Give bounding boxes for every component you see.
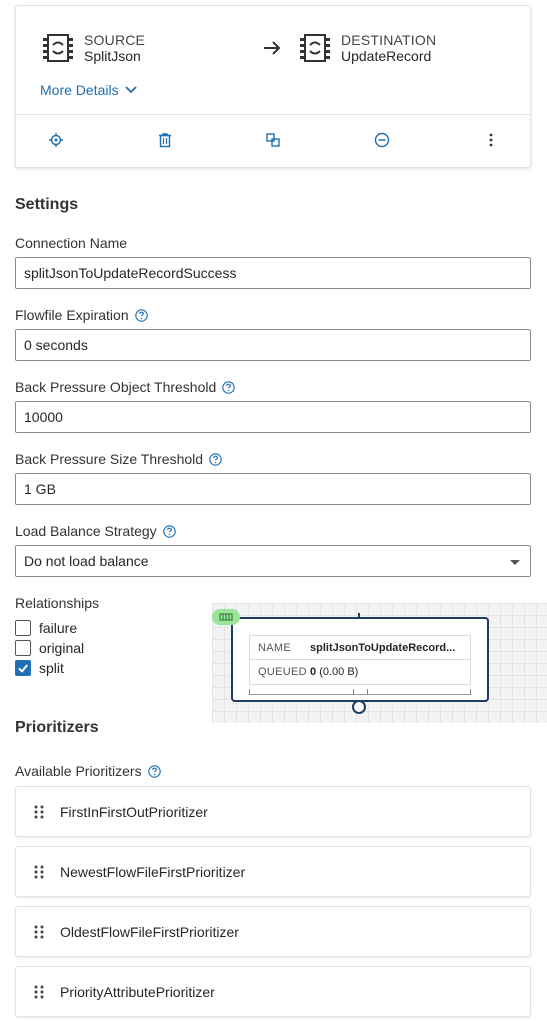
relationship-label: split [39, 660, 64, 676]
relationship-original[interactable]: original [15, 640, 84, 656]
connection-preview-canvas: NAME splitJsonToUpdateRecord... QUEUED 0… [212, 603, 547, 723]
flowfile-expiration-label: Flowfile Expiration [15, 307, 148, 323]
queued-size: (0.00 B) [319, 666, 359, 678]
connection-queued-row: QUEUED 0 (0.00 B) [250, 660, 470, 684]
help-icon[interactable] [162, 524, 176, 538]
flowfile-expiration-input[interactable] [15, 329, 531, 361]
drag-handle-icon[interactable] [34, 865, 44, 879]
action-bar [16, 132, 530, 150]
locate-icon[interactable] [48, 132, 64, 148]
help-icon[interactable] [134, 308, 148, 322]
queued-key: QUEUED [258, 666, 307, 678]
checkbox[interactable] [15, 620, 31, 636]
name-value: splitJsonToUpdateRecord... [310, 641, 456, 654]
load-balance-label-text: Load Balance Strategy [15, 523, 157, 539]
destination-name: UpdateRecord [341, 48, 432, 64]
remove-icon[interactable] [374, 132, 390, 148]
connection-box: NAME splitJsonToUpdateRecord... QUEUED 0… [231, 617, 489, 702]
checkbox-checked[interactable] [15, 660, 31, 676]
more-details-label: More Details [40, 82, 119, 98]
dropdown-caret-icon [510, 560, 520, 565]
queued-count: 0 [310, 666, 317, 678]
available-prioritizers-label-text: Available Prioritizers [15, 763, 142, 779]
relationship-split[interactable]: split [15, 660, 64, 676]
connection-details: NAME splitJsonToUpdateRecord... QUEUED 0… [249, 635, 471, 685]
bp-size-label-text: Back Pressure Size Threshold [15, 451, 204, 467]
settings-title: Settings [15, 196, 79, 213]
bp-object-input[interactable] [15, 401, 531, 433]
help-icon[interactable] [209, 452, 222, 466]
backpressure-bars [249, 689, 471, 695]
connection-name-label-text: Connection Name [15, 235, 128, 251]
prioritizer-item[interactable]: NewestFlowFileFirstPrioritizer [15, 846, 531, 897]
relationships-label: Relationships [15, 595, 99, 611]
source-kind: SOURCE [84, 32, 146, 48]
available-prioritizers-label: Available Prioritizers [15, 763, 161, 779]
bp-size-label: Back Pressure Size Threshold [15, 451, 222, 467]
processor-icon [43, 34, 73, 62]
card-divider [16, 114, 530, 115]
load-balance-label: Load Balance Strategy [15, 523, 176, 539]
drag-handle-icon[interactable] [34, 985, 44, 999]
relationship-failure[interactable]: failure [15, 620, 77, 636]
more-details-link[interactable]: More Details [40, 82, 137, 98]
help-icon[interactable] [222, 380, 236, 394]
queued-value: 0 (0.00 B) [310, 666, 470, 678]
bp-size-input[interactable] [15, 473, 531, 505]
arrow-right-icon [264, 41, 281, 55]
load-balance-select[interactable]: Do not load balance [15, 545, 531, 577]
relationship-label: failure [39, 620, 78, 636]
drag-handle-icon[interactable] [34, 925, 44, 939]
bar-tick [367, 689, 368, 695]
prioritizer-label: FirstInFirstOutPrioritizer [60, 803, 208, 820]
relationships-label-text: Relationships [15, 595, 100, 611]
source-endpoint: SOURCE SplitJson [42, 32, 145, 64]
bp-object-label: Back Pressure Object Threshold [15, 379, 236, 395]
load-balance-value: Do not load balance [24, 553, 149, 569]
connection-name-label: Connection Name [15, 235, 127, 251]
connection-name-row: NAME splitJsonToUpdateRecord... [250, 636, 470, 660]
prioritizer-label: OldestFlowFileFirstPrioritizer [60, 923, 239, 940]
more-vertical-icon[interactable] [483, 132, 499, 148]
prioritizer-label: PriorityAttributePrioritizer [60, 983, 215, 1000]
flowfile-expiration-label-text: Flowfile Expiration [15, 307, 129, 323]
prioritizer-label: NewestFlowFileFirstPrioritizer [60, 863, 246, 880]
copy-icon[interactable] [265, 132, 281, 148]
delete-icon[interactable] [157, 132, 173, 148]
destination-kind: DESTINATION [341, 32, 437, 48]
bp-object-label-text: Back Pressure Object Threshold [15, 379, 217, 395]
relationship-label: original [39, 640, 85, 656]
check-icon [18, 664, 29, 673]
processor-icon [300, 34, 330, 62]
prioritizers-title: Prioritizers [15, 719, 99, 736]
prioritizer-item[interactable]: PriorityAttributePrioritizer [15, 966, 531, 1017]
source-name: SplitJson [84, 48, 141, 64]
prioritizer-item[interactable]: OldestFlowFileFirstPrioritizer [15, 906, 531, 957]
checkbox[interactable] [15, 640, 31, 656]
bar-tick [249, 689, 250, 695]
prioritizer-item[interactable]: FirstInFirstOutPrioritizer [15, 786, 531, 837]
bar-tick [353, 689, 354, 695]
destination-endpoint: DESTINATION UpdateRecord [299, 32, 436, 64]
name-key: NAME [258, 641, 291, 654]
connection-bend-handle[interactable] [352, 700, 366, 714]
help-icon[interactable] [147, 764, 161, 778]
connection-name-input[interactable] [15, 257, 531, 289]
bar-tick [470, 689, 471, 695]
drag-handle-icon[interactable] [34, 805, 44, 819]
load-balance-badge-icon [212, 609, 240, 625]
chevron-down-icon [124, 86, 137, 94]
connection-card: SOURCE SplitJson DESTINATION UpdateRecor… [15, 5, 531, 168]
